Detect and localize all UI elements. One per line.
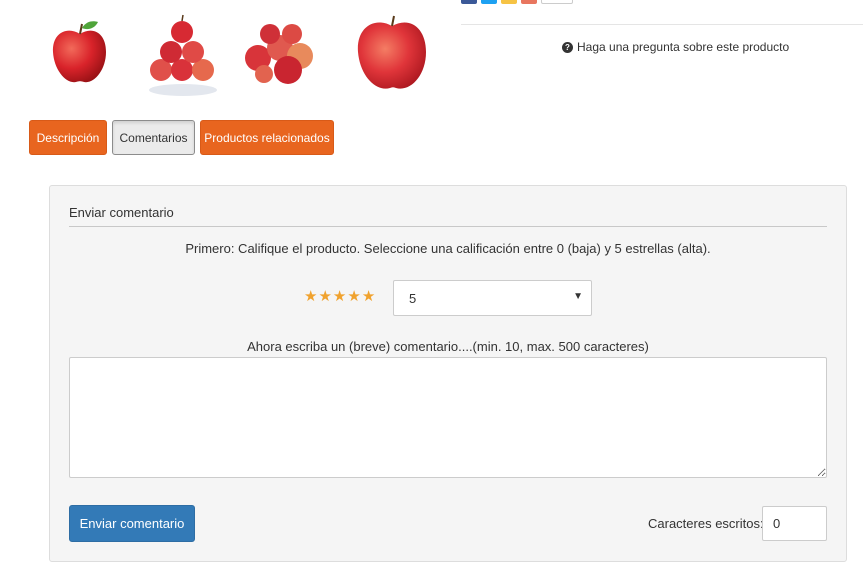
product-thumbnails [40, 8, 440, 100]
comment-label: Ahora escriba un (breve) comentario....(… [247, 339, 649, 354]
facebook-icon[interactable] [461, 0, 477, 4]
star-icon: ★ [318, 288, 332, 305]
star-icon: ★ [332, 288, 347, 305]
submit-review-button[interactable]: Enviar comentario [69, 505, 195, 542]
rating-instruction: Primero: Califique el producto. Seleccio… [185, 241, 711, 256]
section-divider [461, 24, 863, 25]
ask-question-link[interactable]: ? Haga una pregunta sobre este producto [562, 40, 789, 54]
more-share-icon[interactable] [541, 0, 573, 4]
single-apple-image[interactable] [40, 8, 120, 98]
ask-question-label: Haga una pregunta sobre este producto [577, 40, 790, 54]
chars-written-field[interactable] [762, 506, 827, 541]
chevron-down-icon: ▼ [573, 291, 583, 302]
google-plus-icon[interactable] [521, 0, 537, 4]
star-icon: ★ [347, 288, 361, 305]
large-apple-image[interactable] [352, 8, 432, 98]
review-form-legend: Enviar comentario [69, 205, 174, 220]
legend-divider [69, 226, 827, 227]
apple-pile-image[interactable] [240, 8, 320, 98]
comment-textarea[interactable] [69, 357, 827, 478]
tab-comments[interactable]: Comentarios [112, 120, 195, 155]
twitter-icon[interactable] [481, 0, 497, 4]
apple-pyramid-image[interactable] [145, 8, 225, 98]
rating-stars: ★ ★ ★ ★ ★ [304, 289, 375, 305]
tab-related-products[interactable]: Productos relacionados [200, 120, 334, 155]
rating-select[interactable]: 5 ▼ [393, 280, 592, 316]
star-icon: ★ [361, 288, 376, 305]
chars-written-label: Caracteres escritos: [648, 516, 764, 531]
review-form-panel: Enviar comentario Primero: Califique el … [49, 185, 847, 562]
rating-select-value: 5 [409, 291, 417, 306]
question-circle-icon: ? [562, 41, 573, 53]
rss-icon[interactable] [501, 0, 517, 4]
star-icon: ★ [304, 288, 318, 305]
tab-description[interactable]: Descripción [29, 120, 107, 155]
